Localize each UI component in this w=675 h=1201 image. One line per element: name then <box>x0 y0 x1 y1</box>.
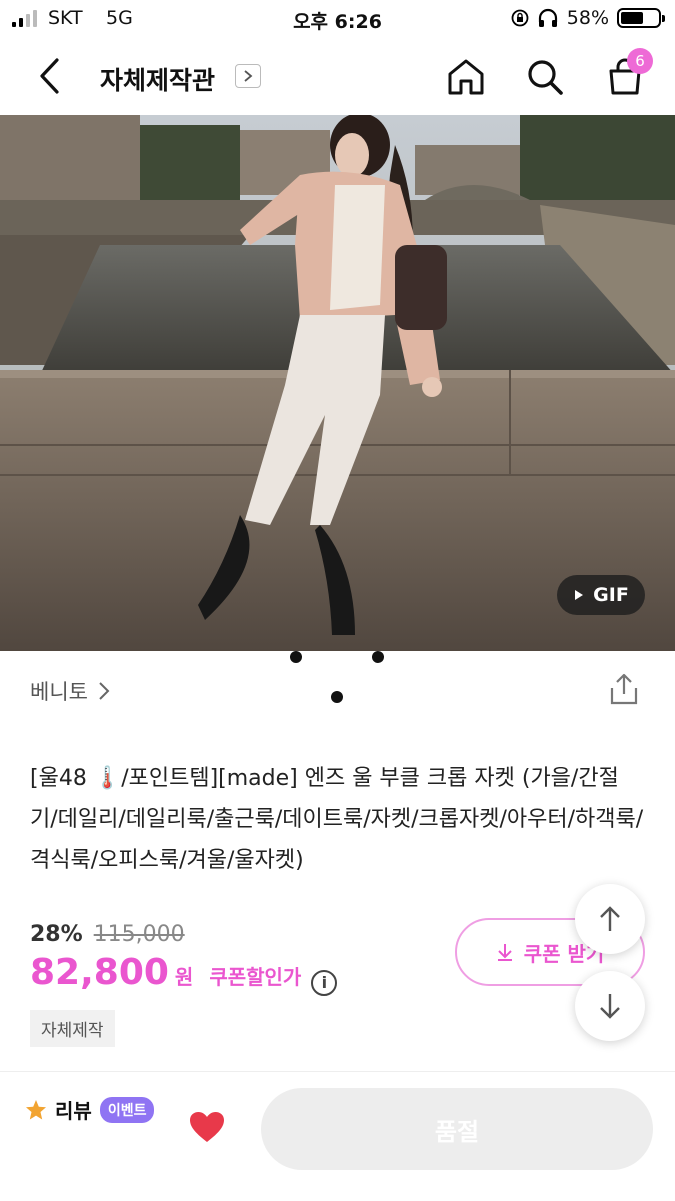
carousel-dot[interactable] <box>290 651 302 663</box>
sale-price: 82,800 <box>30 952 169 993</box>
soldout-button[interactable]: 품절 <box>261 1088 653 1170</box>
discount-line: 28% 115,000 <box>30 922 185 947</box>
page-title[interactable]: 자체제작관 <box>100 61 215 97</box>
product-image[interactable]: GIF <box>0 115 675 651</box>
header: 자체제작관 6 <box>0 38 675 115</box>
event-badge: 이벤트 <box>99 1096 155 1123</box>
headphones-icon <box>538 8 557 27</box>
soldout-label: 품절 <box>434 1117 480 1146</box>
battery-icon <box>617 8 665 28</box>
review-label: 리뷰 <box>55 1099 92 1123</box>
search-icon[interactable] <box>524 56 566 98</box>
product-tag: 자체제작 <box>30 1010 115 1047</box>
original-price: 115,000 <box>93 922 185 947</box>
star-icon <box>26 1099 46 1119</box>
rotation-lock-icon <box>511 9 529 27</box>
status-bar: SKT 5G 오후 6:26 58% <box>0 0 675 38</box>
back-arrow-icon[interactable] <box>36 56 64 96</box>
gif-badge[interactable]: GIF <box>557 575 645 615</box>
battery-percent: 58% <box>566 7 609 29</box>
carousel-dot[interactable] <box>331 691 343 703</box>
share-icon[interactable] <box>608 672 640 706</box>
currency-unit: 원 <box>174 965 194 989</box>
chevron-right-icon[interactable] <box>235 64 261 88</box>
carousel-dot[interactable] <box>372 651 384 663</box>
discount-rate: 28% <box>30 922 83 947</box>
coupon-price-label: 쿠폰할인가 <box>209 965 302 989</box>
arrow-up-icon <box>600 906 620 931</box>
chevron-right-icon <box>99 682 110 700</box>
price-line: 82,800 원 쿠폰할인가 i <box>30 952 338 996</box>
scroll-top-button[interactable] <box>575 884 645 954</box>
product-photo-illustration <box>0 115 675 651</box>
cart-count-badge: 6 <box>627 48 653 74</box>
bottom-bar: 리뷰 이벤트 품절 <box>0 1071 675 1201</box>
gif-label: GIF <box>593 584 629 606</box>
review-link[interactable]: 리뷰 이벤트 <box>25 1095 155 1124</box>
brand-link[interactable]: 베니토 <box>30 676 110 706</box>
info-icon[interactable]: i <box>311 970 338 996</box>
brand-name: 베니토 <box>30 680 88 704</box>
home-icon[interactable] <box>445 56 487 98</box>
download-icon <box>497 944 512 961</box>
arrow-down-icon <box>600 994 620 1019</box>
product-title: [울48 🌡️/포인트템][made] 엔즈 울 부클 크롭 자켓 (가을/간절… <box>30 766 644 873</box>
heart-icon[interactable] <box>188 1110 226 1144</box>
scroll-bottom-button[interactable] <box>575 971 645 1041</box>
